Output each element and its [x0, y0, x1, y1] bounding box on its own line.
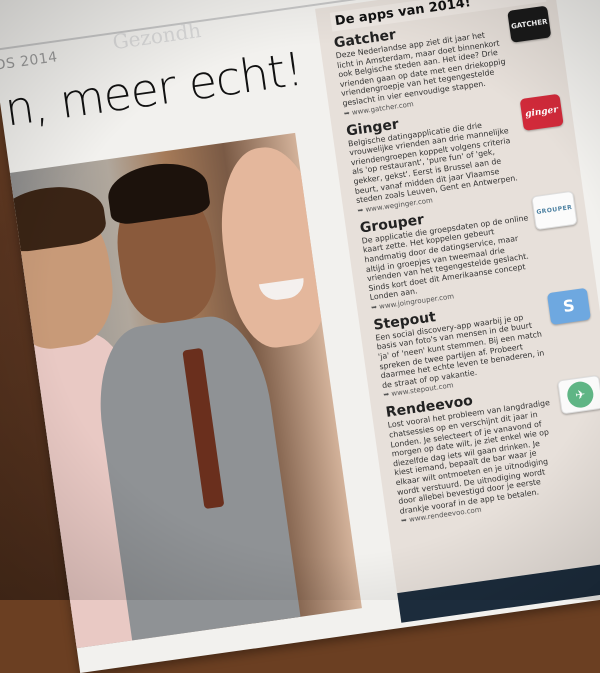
apps-sidebar: De apps van 2014! GATCHER Gatcher Deze N…	[315, 0, 600, 594]
person-right-head	[210, 140, 338, 353]
ginger-logo-icon: ginger	[519, 93, 564, 131]
grouper-logo-icon: GROUPER	[531, 190, 578, 230]
section-label: DS 2014	[0, 49, 59, 74]
magazine-page: DS 2014 Gezondh n, meer echt! De apps va…	[0, 0, 600, 673]
app-rendeevoo: ✈ Rendeevoo Lost vooral het probleem van…	[385, 375, 600, 525]
section-ghost-title: Gezondh	[111, 18, 203, 55]
gatcher-logo-icon: GATCHER	[507, 5, 552, 43]
stepout-logo-icon: S	[546, 287, 591, 325]
paper-plane-icon: ✈	[565, 380, 596, 410]
rendeevoo-logo-icon: ✈	[557, 375, 600, 415]
